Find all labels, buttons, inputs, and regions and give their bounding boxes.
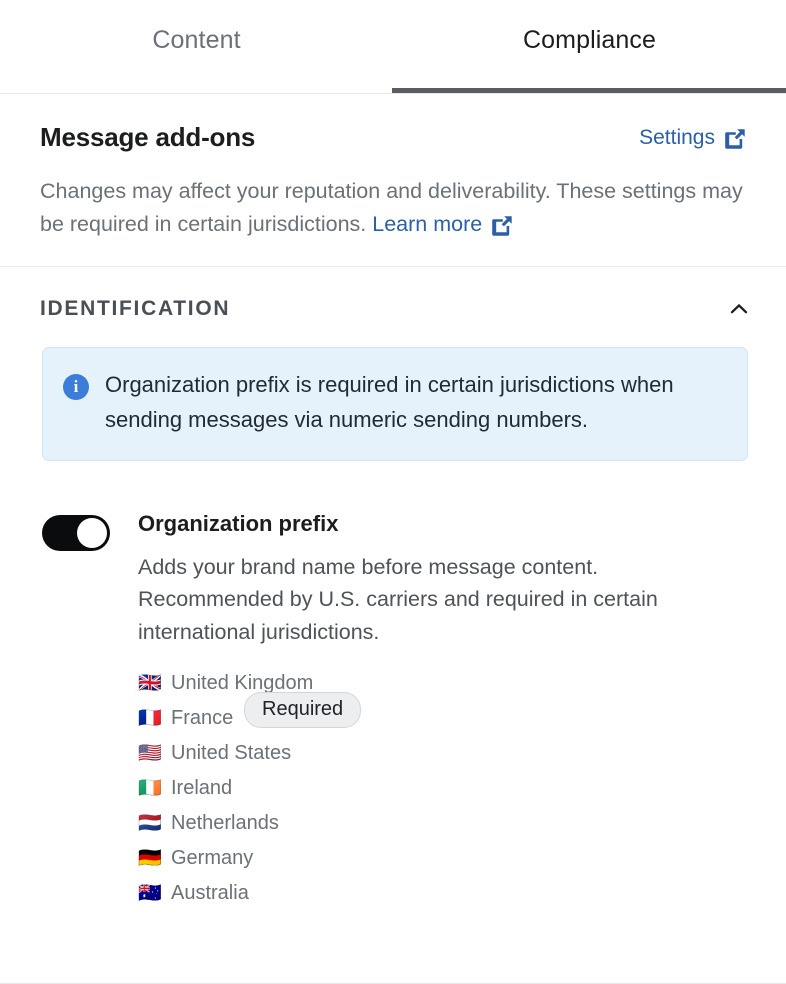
country-name: Netherlands — [171, 811, 279, 834]
organization-prefix-description: Adds your brand name before message cont… — [138, 555, 658, 644]
country-name: Germany — [171, 846, 254, 869]
chevron-up-icon[interactable] — [728, 298, 750, 320]
message-addons-header: Message add-ons Settings — [40, 122, 746, 153]
active-tab-indicator — [392, 88, 786, 93]
message-addons-section: Message add-ons Settings Changes may aff… — [0, 94, 786, 268]
learn-more-link-label: Learn more — [372, 211, 483, 236]
list-item: 🇦🇺 Australia — [138, 876, 746, 911]
organization-prefix-title: Organization prefix — [138, 510, 339, 536]
flag-icon: 🇬🇧 — [138, 671, 162, 694]
identification-section-header[interactable]: IDENTIFICATION — [0, 267, 786, 347]
organization-prefix-toggle[interactable] — [42, 514, 110, 551]
settings-link-label: Settings — [639, 125, 715, 149]
country-name: United States — [171, 741, 292, 764]
country-name: France — [171, 706, 234, 729]
list-item: 🇫🇷 France — [138, 701, 746, 736]
list-item: 🇬🇧 United Kingdom — [138, 666, 746, 701]
page-title: Message add-ons — [40, 122, 256, 152]
info-banner-text: Organization prefix is required in certa… — [105, 372, 674, 433]
country-list: 🇬🇧 United Kingdom 🇫🇷 France 🇺🇸 United St… — [138, 666, 746, 911]
list-item: 🇩🇪 Germany — [138, 841, 746, 876]
message-addons-description: Changes may affect your reputation and d… — [40, 175, 746, 240]
identification-title: IDENTIFICATION — [40, 297, 231, 321]
country-name: Ireland — [171, 776, 233, 799]
tab-content-label: Content — [152, 26, 241, 54]
learn-more-link[interactable]: Learn more — [372, 208, 513, 241]
tab-content[interactable]: Content — [0, 0, 393, 93]
external-link-icon — [724, 128, 746, 150]
list-item: 🇺🇸 United States — [138, 736, 746, 771]
external-link-icon — [491, 214, 513, 236]
toggle-knob — [77, 517, 107, 548]
flag-icon: 🇩🇪 — [138, 846, 162, 869]
info-banner: i Organization prefix is required in cer… — [42, 347, 748, 461]
list-item: 🇳🇱 Netherlands — [138, 806, 746, 841]
flag-icon: 🇦🇺 — [138, 881, 162, 904]
flag-icon: 🇮🇪 — [138, 776, 162, 799]
compliance-settings-page: Content Compliance Message add-ons Setti… — [0, 0, 786, 984]
tab-compliance[interactable]: Compliance — [393, 0, 786, 93]
tab-compliance-label: Compliance — [522, 26, 656, 54]
flag-icon: 🇳🇱 — [138, 811, 162, 834]
tab-bar: Content Compliance — [0, 0, 786, 94]
info-icon: i — [63, 374, 89, 401]
list-item: 🇮🇪 Ireland — [138, 771, 746, 806]
settings-link[interactable]: Settings — [639, 126, 746, 150]
country-name: Australia — [171, 881, 249, 904]
status-badge: Required — [244, 691, 362, 728]
flag-icon: 🇺🇸 — [138, 741, 162, 764]
organization-prefix-row: Organization prefix Adds your brand name… — [0, 461, 786, 911]
organization-prefix-details: Organization prefix Adds your brand name… — [136, 511, 746, 911]
flag-icon: 🇫🇷 — [138, 706, 162, 729]
